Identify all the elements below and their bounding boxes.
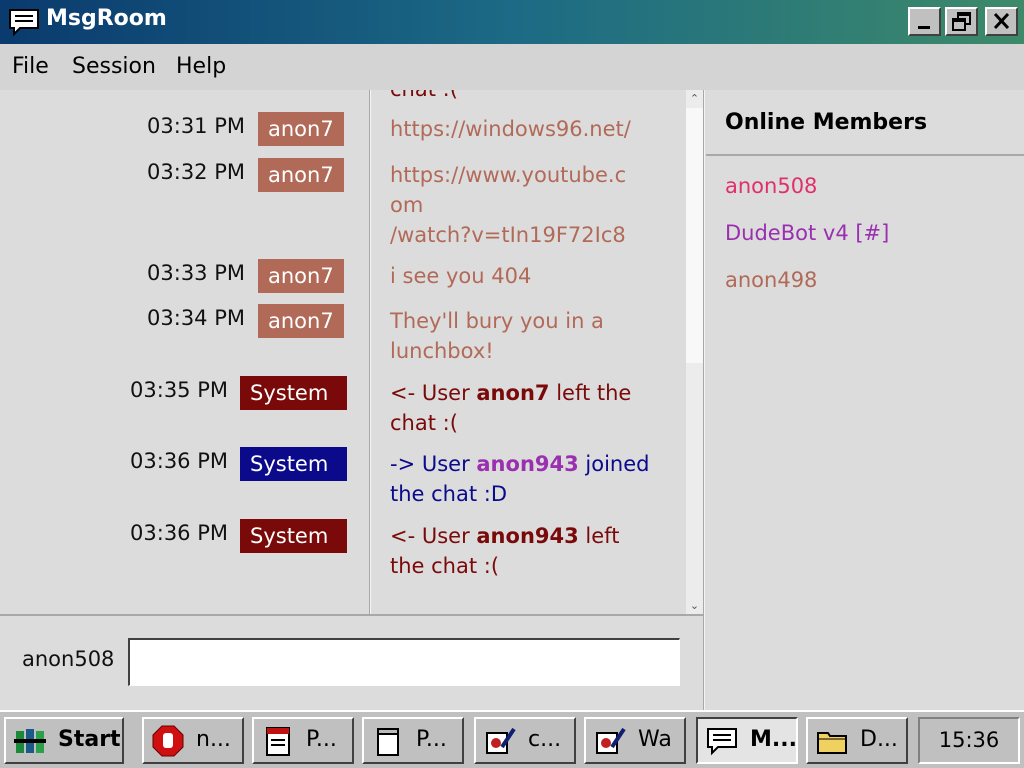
chat-log[interactable]: chat :( 03:31 PM anon7 https://windows96… — [0, 90, 686, 614]
message-text: i see you 404 — [390, 264, 532, 288]
stop-hand-icon — [152, 725, 184, 757]
document-icon — [266, 727, 290, 756]
message-time: 03:35 PM — [130, 378, 228, 402]
menu-help[interactable]: Help — [176, 54, 226, 79]
message-prefix: -> User — [390, 452, 477, 476]
chat-bubble-icon — [9, 9, 39, 36]
user-badge[interactable]: anon7 — [258, 259, 344, 293]
minimize-icon — [918, 26, 930, 29]
taskbar-button[interactable]: c... — [474, 717, 576, 764]
message-prefix: <- User — [390, 381, 477, 405]
message-line: /watch?v=tIn19F72Ic8 — [390, 223, 626, 247]
partial-message: chat :( — [390, 90, 675, 104]
message-input[interactable] — [128, 638, 680, 686]
column-divider — [369, 90, 371, 614]
message-line: chat :( — [390, 411, 458, 435]
message-username[interactable]: anon7 — [476, 381, 549, 405]
picture-edit-icon — [486, 727, 516, 754]
message-time: 03:36 PM — [130, 449, 228, 473]
taskbar-label: P... — [306, 727, 337, 752]
message-username[interactable]: anon943 — [476, 452, 578, 476]
user-badge[interactable]: anon7 — [258, 304, 344, 338]
taskbar-button[interactable]: n... — [142, 717, 244, 764]
message-text: They'll bury you in a lunchbox! — [390, 306, 675, 366]
notepad-icon — [377, 728, 399, 756]
taskbar-button-active[interactable]: M... — [696, 717, 798, 764]
message-line: the chat :( — [390, 554, 500, 578]
chat-scrollbar[interactable]: ⌃ ⌄ — [686, 90, 703, 614]
message-line: lunchbox! — [390, 339, 494, 363]
taskbar: Start n... P... P... c... Wa M... D... 1… — [0, 710, 1024, 768]
taskbar-button[interactable]: P... — [252, 717, 354, 764]
message-link[interactable]: https://windows96.net/ — [390, 117, 631, 141]
member-item[interactable]: DudeBot v4 [#] — [725, 221, 889, 245]
message-line: the chat :D — [390, 482, 508, 506]
close-icon — [993, 12, 1010, 30]
pane-divider — [703, 90, 705, 710]
folder-icon — [817, 732, 847, 754]
message-username[interactable]: anon943 — [476, 524, 578, 548]
taskbar-label: n... — [196, 727, 231, 752]
chat-icon — [707, 728, 737, 756]
message-time: 03:31 PM — [147, 114, 245, 138]
member-item[interactable]: anon508 — [725, 174, 817, 198]
message-time: 03:36 PM — [130, 521, 228, 545]
msgroom-window: MsgRoom File Session Help chat :( 03:31 … — [0, 0, 1024, 710]
divider — [706, 154, 1024, 156]
menu-session[interactable]: Session — [72, 54, 156, 79]
title-bar[interactable]: MsgRoom — [0, 0, 1024, 44]
message-text: https://windows96.net/ — [390, 114, 675, 144]
system-message: <- User anon943 left the chat :( — [390, 521, 675, 581]
taskbar-label: M... — [750, 727, 797, 752]
start-label: Start — [58, 727, 121, 752]
user-badge[interactable]: anon7 — [258, 158, 344, 192]
current-username: anon508 — [22, 647, 115, 671]
taskbar-button[interactable]: D... — [806, 717, 908, 764]
restore-button[interactable] — [945, 7, 978, 36]
message-suffix: joined — [578, 452, 650, 476]
taskbar-label: c... — [528, 727, 562, 752]
user-badge[interactable]: anon7 — [258, 112, 344, 146]
start-logo-icon — [14, 729, 46, 753]
close-button[interactable] — [985, 7, 1018, 36]
message-line: om — [390, 193, 424, 217]
taskbar-button[interactable]: Wa — [584, 717, 686, 764]
message-suffix: left — [578, 524, 620, 548]
message-text[interactable]: https://www.youtube.c om /watch?v=tIn19F… — [390, 160, 675, 250]
minimize-button[interactable] — [908, 7, 941, 36]
system-message: -> User anon943 joined the chat :D — [390, 449, 675, 509]
menu-bar: File Session Help — [0, 44, 1024, 90]
start-button[interactable]: Start — [4, 717, 124, 764]
message-suffix: left the — [549, 381, 632, 405]
window-title: MsgRoom — [46, 6, 167, 31]
compose-bar: anon508 — [0, 614, 703, 710]
scroll-thumb[interactable] — [686, 108, 703, 363]
taskbar-label: D... — [860, 727, 898, 752]
message-line: https://www.youtube.c — [390, 163, 627, 187]
restore-icon — [952, 12, 971, 31]
menu-file[interactable]: File — [12, 54, 49, 79]
message-line: They'll bury you in a — [390, 309, 604, 333]
scroll-down-arrow-icon[interactable]: ⌄ — [686, 597, 703, 614]
system-badge: System — [240, 447, 347, 481]
system-badge: System — [240, 519, 347, 553]
taskbar-label: Wa — [638, 727, 672, 752]
message-time: 03:32 PM — [147, 160, 245, 184]
members-title: Online Members — [725, 110, 928, 135]
system-message: <- User anon7 left the chat :( — [390, 378, 675, 438]
taskbar-label: P... — [416, 727, 447, 752]
picture-edit-icon — [596, 727, 626, 754]
message-time: 03:34 PM — [147, 306, 245, 330]
scroll-up-arrow-icon[interactable]: ⌃ — [686, 90, 703, 107]
members-panel: Online Members anon508 DudeBot v4 [#] an… — [706, 90, 1024, 710]
system-badge: System — [240, 376, 347, 410]
taskbar-button[interactable]: P... — [362, 717, 464, 764]
system-clock[interactable]: 15:36 — [918, 717, 1020, 764]
message-prefix: <- User — [390, 524, 477, 548]
message-time: 03:33 PM — [147, 261, 245, 285]
member-item[interactable]: anon498 — [725, 268, 817, 292]
